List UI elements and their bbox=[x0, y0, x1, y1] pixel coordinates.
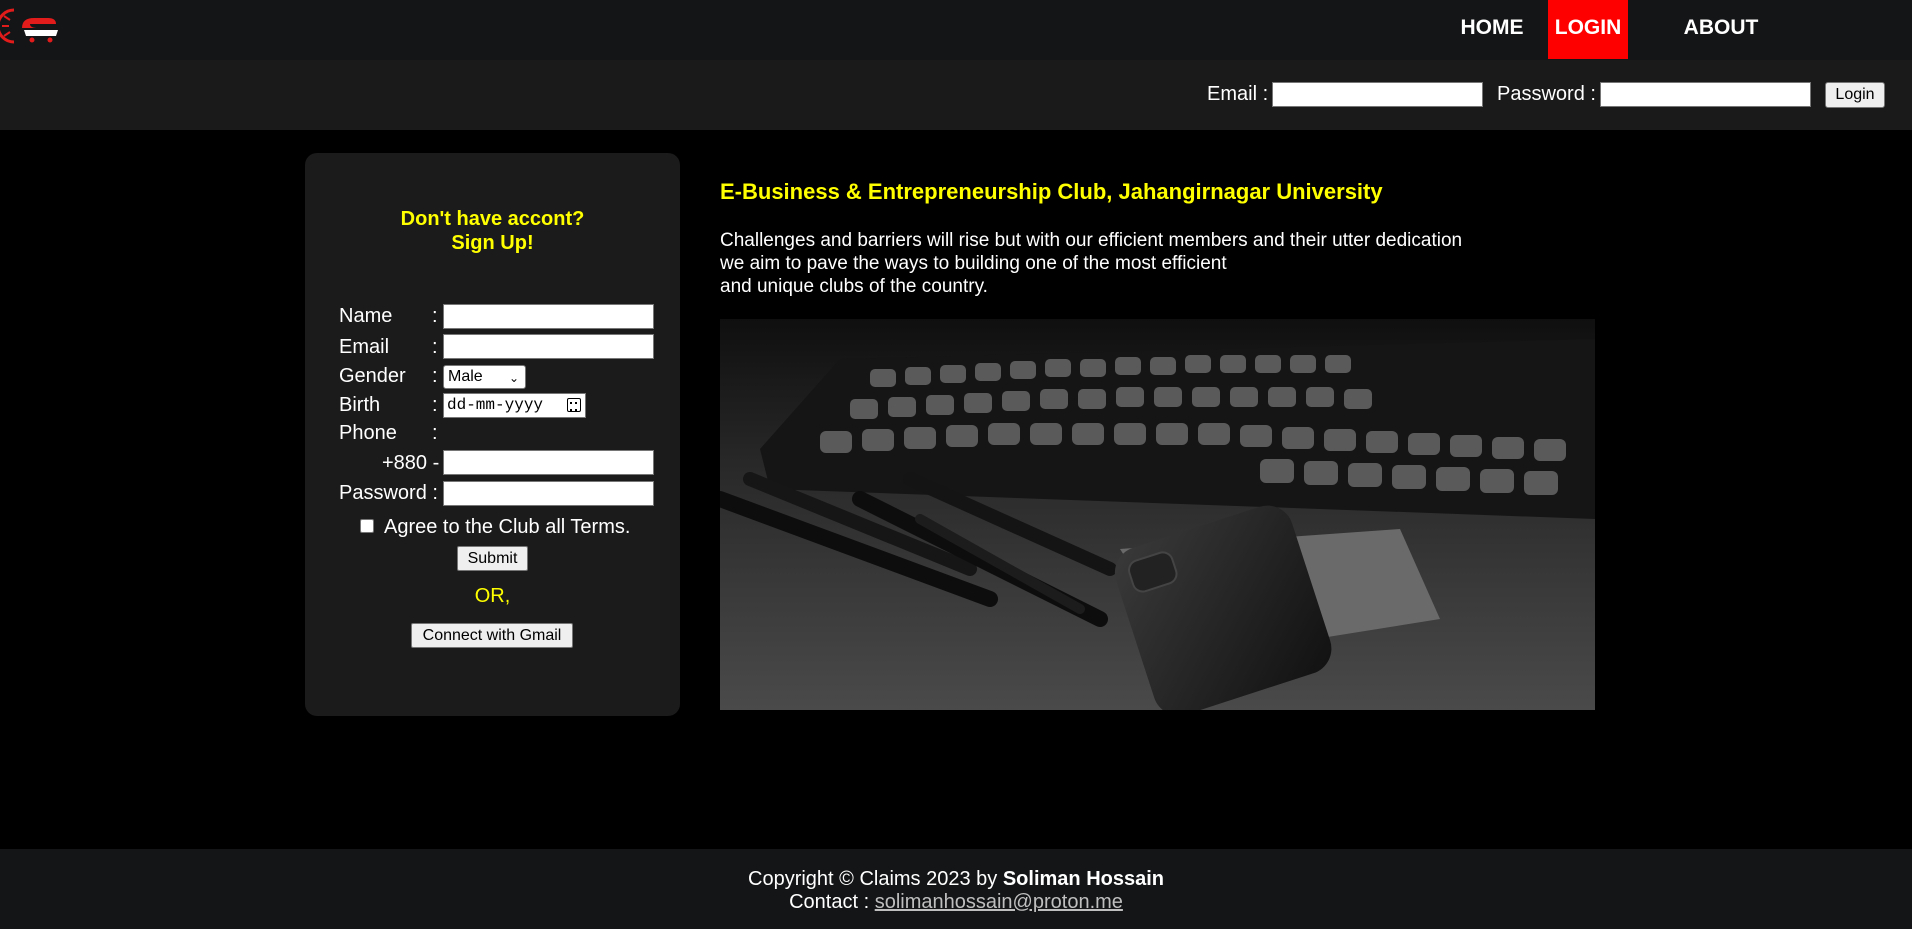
nav-about[interactable]: ABOUT bbox=[1674, 0, 1768, 59]
nav-home[interactable]: HOME bbox=[1446, 0, 1538, 59]
name-label: Name bbox=[339, 305, 393, 327]
email-colon: : bbox=[432, 336, 438, 358]
copyright-text: Copyright © Claims 2023 by bbox=[748, 868, 1003, 890]
password-label: Password : bbox=[339, 482, 438, 504]
birth-date-placeholder: dd-mm-yyyy bbox=[447, 396, 544, 414]
club-description: Challenges and barriers will rise but wi… bbox=[720, 229, 1462, 298]
birth-label: Birth bbox=[339, 394, 381, 416]
footer-copyright: Copyright © Claims 2023 by Soliman Hossa… bbox=[0, 868, 1912, 891]
login-email-input[interactable] bbox=[1272, 82, 1483, 107]
chevron-down-icon: ⌄ bbox=[508, 371, 519, 385]
signup-subtitle: Sign Up! bbox=[451, 232, 534, 254]
or-separator: OR, bbox=[474, 585, 511, 607]
gender-select-value: Male bbox=[448, 368, 483, 385]
description-line-2: we aim to pave the ways to building one … bbox=[720, 253, 1227, 274]
footer-contact: Contact : solimanhossain@proton.me bbox=[0, 891, 1912, 914]
phone-input[interactable] bbox=[443, 450, 654, 475]
connect-gmail-button[interactable]: Connect with Gmail bbox=[411, 623, 573, 648]
login-button[interactable]: Login bbox=[1825, 82, 1885, 108]
login-email-label: Email : bbox=[1207, 83, 1269, 105]
submit-button[interactable]: Submit bbox=[457, 546, 528, 571]
gender-colon: : bbox=[432, 365, 438, 387]
login-password-label: Password : bbox=[1497, 83, 1596, 105]
terms-label: Agree to the Club all Terms. bbox=[384, 516, 631, 538]
terms-checkbox[interactable] bbox=[360, 519, 374, 533]
top-nav: HOME LOGIN ABOUT bbox=[0, 0, 1912, 60]
password-input[interactable] bbox=[443, 481, 654, 506]
name-colon: : bbox=[432, 305, 438, 327]
club-heading: E-Business & Entrepreneurship Club, Jaha… bbox=[720, 179, 1383, 204]
birth-date-input[interactable]: dd-mm-yyyy bbox=[443, 393, 586, 418]
phone-prefix: +880 - bbox=[382, 452, 440, 474]
name-input[interactable] bbox=[443, 304, 654, 329]
phone-colon: : bbox=[432, 422, 438, 444]
login-password-input[interactable] bbox=[1600, 82, 1811, 107]
signup-title: Don't have accont? bbox=[400, 208, 585, 230]
email-input[interactable] bbox=[443, 334, 654, 359]
contact-label: Contact : bbox=[789, 891, 875, 913]
email-label: Email bbox=[339, 336, 390, 358]
calendar-icon[interactable] bbox=[567, 398, 581, 412]
gender-label: Gender bbox=[339, 365, 406, 387]
desk-photo bbox=[720, 319, 1595, 710]
description-line-3: and unique clubs of the country. bbox=[720, 276, 988, 297]
nav-login[interactable]: LOGIN bbox=[1548, 0, 1628, 59]
phone-label: Phone bbox=[339, 422, 397, 444]
club-logo[interactable] bbox=[0, 6, 64, 46]
birth-colon: : bbox=[432, 394, 438, 416]
gender-select[interactable]: Male ⌄ bbox=[443, 365, 526, 389]
contact-email-link[interactable]: solimanhossain@proton.me bbox=[875, 891, 1123, 913]
author-name: Soliman Hossain bbox=[1002, 868, 1164, 890]
description-line-1: Challenges and barriers will rise but wi… bbox=[720, 230, 1463, 251]
